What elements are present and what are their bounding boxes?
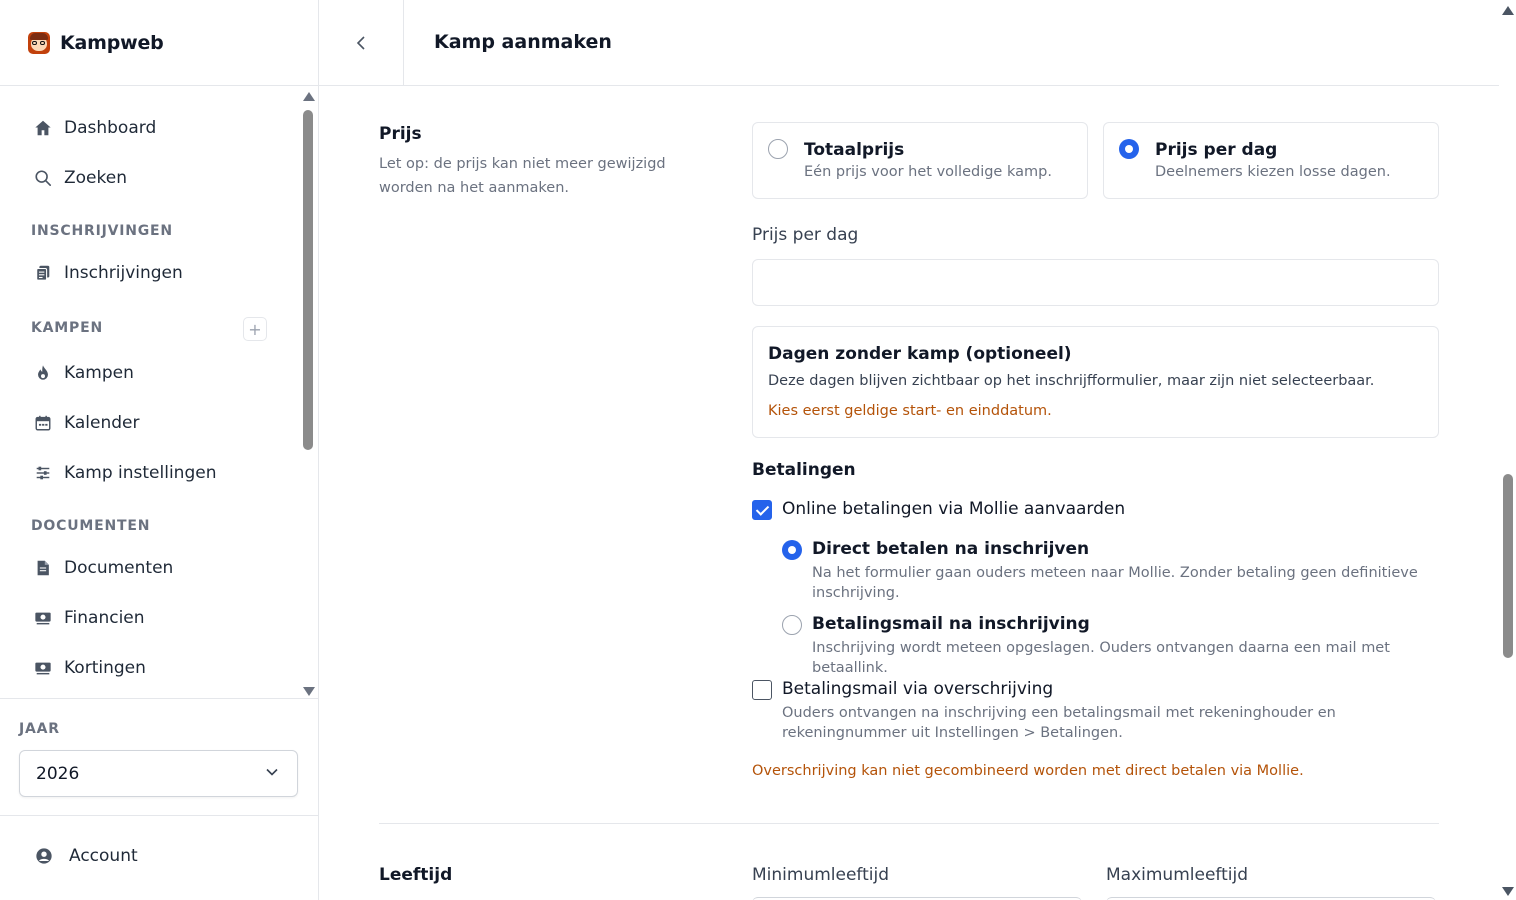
radio-direct-betalen[interactable] — [782, 540, 802, 560]
sliders-icon — [34, 464, 52, 482]
money-icon — [34, 659, 52, 677]
kampweb-logo-icon — [28, 31, 50, 54]
section-kampen: KAMPEN — [31, 320, 103, 336]
days-off-panel: Dagen zonder kamp (optioneel) Deze dagen… — [752, 326, 1439, 438]
sidebar-scrollbar[interactable] — [300, 92, 316, 696]
transfer-checkbox[interactable] — [752, 680, 772, 700]
sidebar-item-label: Zoeken — [64, 168, 127, 188]
sidebar-item-label: Dashboard — [64, 118, 157, 138]
fire-icon — [34, 364, 52, 382]
radio-totaalprijs[interactable] — [768, 139, 788, 159]
sidebar-item-zoeken[interactable]: Zoeken — [34, 163, 127, 193]
section-documenten: DOCUMENTEN — [31, 518, 151, 534]
calendar-icon — [34, 414, 52, 432]
main-content: Prijs Let op: de prijs kan niet meer gew… — [319, 87, 1499, 900]
money-icon — [34, 609, 52, 627]
sidebar-item-label: Inschrijvingen — [64, 263, 183, 283]
section-title-prijs: Prijs — [379, 124, 422, 144]
section-inschrijvingen: INSCHRIJVINGEN — [31, 223, 173, 239]
option-desc: Eén prijs voor het volledige kamp. — [804, 164, 1052, 180]
sidebar-item-kortingen[interactable]: Kortingen — [34, 653, 146, 683]
sidebar-item-kampen[interactable]: Kampen — [34, 358, 134, 388]
direct-betalen-desc: Na het formulier gaan ouders meteen naar… — [812, 565, 1418, 601]
scrollbar-thumb[interactable] — [303, 110, 313, 450]
sidebar-nav: Dashboard Zoeken INSCHRIJVINGEN Inschrij… — [0, 87, 318, 698]
sidebar-item-label: Kortingen — [64, 658, 146, 678]
section-title-betalingen: Betalingen — [752, 460, 856, 480]
year-select[interactable]: 2026 — [19, 750, 298, 797]
page-title: Kamp aanmaken — [434, 31, 612, 53]
scrollbar-thumb[interactable] — [1503, 474, 1513, 658]
section-desc-prijs: Let op: de prijs kan niet meer gewijzigd… — [379, 156, 666, 196]
betalingsmail-desc: Inschrijving wordt meteen opgeslagen. Ou… — [812, 640, 1390, 676]
scroll-down-icon[interactable] — [1502, 887, 1514, 896]
brand[interactable]: Kampweb — [0, 0, 318, 86]
radio-prijs-per-dag[interactable] — [1119, 139, 1139, 159]
sidebar-item-kalender[interactable]: Kalender — [34, 408, 139, 438]
days-off-warning: Kies eerst geldige start- en einddatum. — [768, 403, 1052, 419]
option-title: Prijs per dag — [1155, 140, 1278, 160]
user-circle-icon — [36, 848, 52, 864]
transfer-label[interactable]: Betalingsmail via overschrijving — [782, 679, 1053, 699]
max-age-label: Maximumleeftijd — [1106, 865, 1248, 885]
chevron-left-icon — [356, 35, 365, 50]
chevron-down-icon — [266, 768, 278, 776]
scroll-up-icon[interactable] — [1502, 6, 1514, 15]
sidebar-item-dashboard[interactable]: Dashboard — [34, 113, 156, 143]
sidebar-item-label: Kampen — [64, 363, 134, 383]
radio-betalingsmail[interactable] — [782, 615, 802, 635]
back-button[interactable] — [319, 0, 404, 85]
sidebar-item-financien[interactable]: Financien — [34, 603, 145, 633]
sidebar-item-documenten[interactable]: Documenten — [34, 553, 173, 583]
days-off-title: Dagen zonder kamp (optioneel) — [768, 344, 1072, 364]
payments-warning: Overschrijving kan niet gecombineerd wor… — [752, 763, 1304, 779]
section-title-leeftijd: Leeftijd — [379, 865, 453, 885]
transfer-desc: Ouders ontvangen na inschrijving een bet… — [782, 705, 1336, 741]
sidebar: Kampweb Dashboard Zoeken INSCHRIJVINGEN — [0, 0, 319, 900]
option-title: Totaalprijs — [804, 140, 905, 160]
option-card-totaalprijs[interactable]: Totaalprijs Eén prijs voor het volledige… — [752, 122, 1088, 199]
price-per-day-label: Prijs per dag — [752, 225, 859, 245]
scroll-down-icon[interactable] — [303, 687, 315, 696]
document-icon — [34, 559, 52, 577]
sidebar-item-label: Kamp instellingen — [64, 463, 217, 483]
year-value: 2026 — [36, 763, 80, 784]
search-icon — [34, 169, 52, 187]
sidebar-item-kamp-instellingen[interactable]: Kamp instellingen — [34, 458, 216, 488]
account-link[interactable]: Account — [35, 846, 138, 866]
home-icon — [34, 119, 52, 137]
topbar: Kamp aanmaken — [319, 0, 1499, 86]
min-age-label: Minimumleeftijd — [752, 865, 890, 885]
page-scrollbar[interactable] — [1499, 0, 1516, 900]
sidebar-item-label: Kalender — [64, 413, 140, 433]
option-desc: Deelnemers kiezen losse dagen. — [1155, 164, 1391, 180]
year-label: JAAR — [19, 721, 60, 737]
clipboard-icon — [34, 264, 52, 282]
section-divider — [379, 823, 1439, 824]
add-kamp-button[interactable]: + — [243, 317, 267, 341]
sidebar-item-inschrijvingen[interactable]: Inschrijvingen — [34, 258, 183, 288]
option-card-prijs-per-dag[interactable]: Prijs per dag Deelnemers kiezen losse da… — [1103, 122, 1439, 199]
direct-betalen-title[interactable]: Direct betalen na inschrijven — [812, 539, 1089, 559]
betalingsmail-title[interactable]: Betalingsmail na inschrijving — [812, 614, 1090, 634]
sidebar-item-label: Financien — [64, 608, 145, 628]
price-per-day-input[interactable] — [752, 259, 1439, 306]
year-picker: JAAR 2026 — [0, 698, 318, 816]
sidebar-item-label: Documenten — [64, 558, 174, 578]
brand-name: Kampweb — [60, 31, 164, 54]
account-label: Account — [69, 846, 138, 866]
days-off-desc: Deze dagen blijven zichtbaar op het insc… — [768, 373, 1375, 389]
mollie-label[interactable]: Online betalingen via Mollie aanvaarden — [782, 499, 1125, 519]
mollie-checkbox[interactable] — [752, 500, 772, 520]
scroll-up-icon[interactable] — [303, 92, 315, 101]
